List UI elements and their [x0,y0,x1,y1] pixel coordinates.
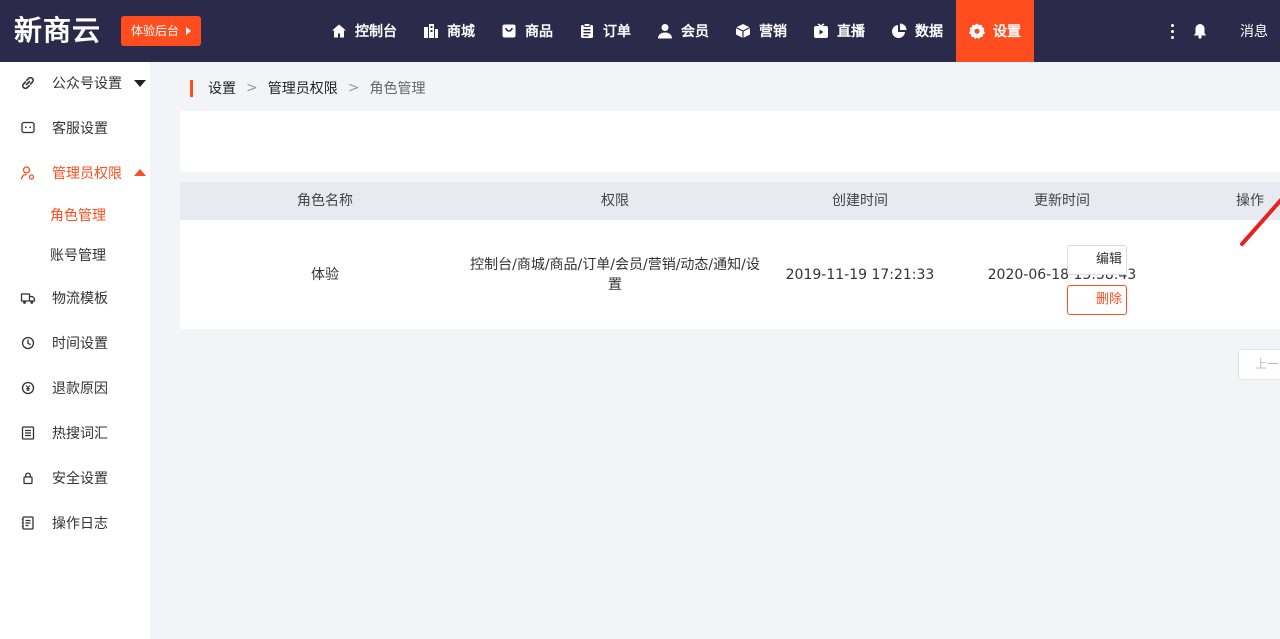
home-icon [331,23,347,39]
sidebar-item-admin-permissions[interactable]: 管理员权限 [0,153,150,193]
breadcrumb-item-settings[interactable]: 设置 [208,78,236,98]
top-bar: 新商云 体验后台 控制台 商城 商品 订单 会员 营销 直播 数据 设置 消息 [0,0,1280,62]
nav-item-label: 会员 [681,24,709,40]
column-header-role-name: 角色名称 [297,193,353,209]
column-header-updated-time: 更新时间 [1034,193,1090,209]
more-vertical-icon[interactable] [1162,21,1182,41]
nav-item-label: 直播 [837,24,865,40]
gear-icon [969,23,985,39]
sidebar-item-customer-service[interactable]: 客服设置 [0,108,150,148]
nav-item-live[interactable]: 直播 [800,0,878,62]
column-header-permissions: 权限 [601,193,629,209]
nav-item-label: 商品 [525,24,553,40]
user-icon [657,23,673,39]
trial-backend-button[interactable]: 体验后台 [121,16,201,46]
brand-logo[interactable]: 新商云 [14,14,101,48]
prev-page-button[interactable]: 上一页 [1238,349,1280,380]
sidebar-item-label: 公众号设置 [52,76,122,92]
sidebar-item-label: 时间设置 [52,336,108,352]
cell-permissions: 控制台/商城/商品/订单/会员/营销/动态/通知/设置 [470,256,760,293]
sidebar-subitem-account-management[interactable]: 账号管理 [0,236,150,276]
caret-right-icon [186,27,191,35]
breadcrumb: 设置 > 管理员权限 > 角色管理 [190,76,425,100]
nav-item-data[interactable]: 数据 [878,0,956,62]
nav-item-label: 数据 [915,24,943,40]
truck-icon [20,290,36,306]
main-nav: 控制台 商城 商品 订单 会员 营销 直播 数据 设置 [318,0,1034,62]
annotation-arrow [1240,198,1280,246]
pie-chart-icon [891,23,907,39]
breadcrumb-item-role-management: 角色管理 [369,81,426,97]
sidebar-item-label: 物流模板 [52,291,108,307]
cell-updated-time: 2020-06-18 13:58:43 [987,266,1137,283]
caret-down-icon [134,80,146,87]
cube-icon [735,23,751,39]
nav-item-label: 商城 [447,24,475,40]
sidebar: 公众号设置 客服设置 管理员权限 角色管理 账号管理 物流模板 时间设置 退款原… [0,62,150,639]
link-icon [20,75,36,91]
delete-button[interactable]: 删除 [1067,285,1127,315]
sidebar-item-hot-search-words[interactable]: 热搜词汇 [0,413,150,453]
list-icon [20,425,36,441]
sidebar-item-label: 安全设置 [52,471,108,487]
sidebar-item-operation-log[interactable]: 操作日志 [0,503,150,543]
nav-item-label: 营销 [759,24,787,40]
nav-item-dashboard[interactable]: 控制台 [318,0,410,62]
nav-item-products[interactable]: 商品 [488,0,566,62]
nav-item-label: 设置 [993,24,1021,40]
breadcrumb-separator: > [347,80,360,96]
bag-icon [501,23,517,39]
sidebar-subitem-role-management[interactable]: 角色管理 [0,196,150,236]
nav-item-label: 控制台 [355,24,397,40]
nav-item-orders[interactable]: 订单 [566,0,644,62]
lock-icon [20,470,36,486]
sidebar-item-label: 退款原因 [52,381,108,397]
breadcrumb-accent-bar [190,79,193,97]
sidebar-item-label: 热搜词汇 [52,426,108,442]
cell-created-time: 2019-11-19 17:21:33 [785,266,935,283]
sidebar-item-label: 管理员权限 [52,166,122,182]
column-header-created-time: 创建时间 [832,193,888,209]
nav-item-members[interactable]: 会员 [644,0,722,62]
admin-user-icon [20,165,36,181]
nav-item-settings[interactable]: 设置 [956,0,1034,62]
messages-link[interactable]: 消息 [1240,21,1268,41]
refund-icon [20,380,36,396]
caret-up-icon [134,169,146,176]
table-header: 角色名称 权限 创建时间 更新时间 操作 [180,182,1280,220]
edit-button[interactable]: 编辑 [1067,245,1127,275]
nav-item-marketing[interactable]: 营销 [722,0,800,62]
sidebar-item-shipping-templates[interactable]: 物流模板 [0,278,150,318]
play-icon [813,23,829,39]
sidebar-item-refund-reasons[interactable]: 退款原因 [0,368,150,408]
clipboard-icon [579,23,595,39]
toolbar-panel [180,111,1280,172]
chat-icon [20,120,36,136]
top-right-tools: 消息 [1162,0,1280,62]
building-icon [423,23,439,39]
nav-item-mall[interactable]: 商城 [410,0,488,62]
clock-icon [20,335,36,351]
breadcrumb-separator: > [246,80,258,96]
sidebar-item-time-settings[interactable]: 时间设置 [0,323,150,363]
sidebar-item-label: 操作日志 [52,516,108,532]
sidebar-item-label: 客服设置 [52,121,108,137]
nav-item-label: 订单 [603,24,631,40]
trial-backend-label: 体验后台 [131,24,180,38]
sidebar-item-official-account[interactable]: 公众号设置 [0,63,150,103]
cell-role-name: 体验 [311,266,339,283]
log-icon [20,515,36,531]
sidebar-item-security-settings[interactable]: 安全设置 [0,458,150,498]
bell-icon[interactable] [1190,21,1210,41]
breadcrumb-item-admin-permissions[interactable]: 管理员权限 [268,78,338,98]
